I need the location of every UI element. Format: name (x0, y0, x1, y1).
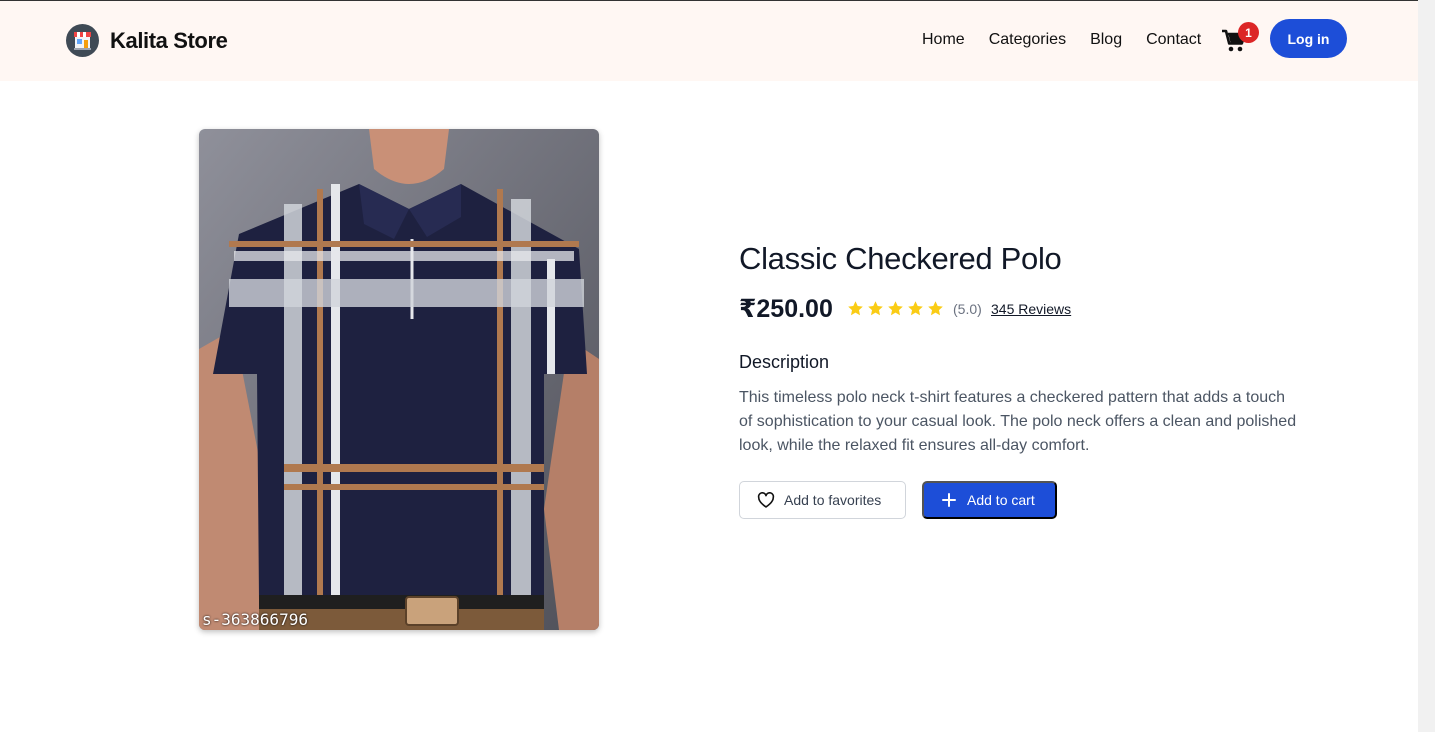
star-icon (848, 301, 863, 316)
reviews-link[interactable]: 345 Reviews (991, 301, 1071, 317)
heart-icon (757, 492, 775, 508)
add-to-favorites-button[interactable]: Add to favorites (739, 481, 906, 519)
product-image: s-363866796 (199, 129, 599, 630)
nav-contact[interactable]: Contact (1146, 31, 1201, 49)
rating-value: (5.0) (953, 301, 982, 317)
image-watermark-id: s-363866796 (202, 610, 308, 629)
nav-home[interactable]: Home (922, 31, 965, 49)
star-icon (868, 301, 883, 316)
product-description: This timeless polo neck t-shirt features… (739, 389, 1297, 454)
rating-stars (847, 300, 944, 317)
star-icon (928, 301, 943, 316)
product-title: Classic Checkered Polo (739, 241, 1062, 276)
plus-icon (942, 493, 956, 507)
nav-blog[interactable]: Blog (1090, 31, 1122, 49)
site-header: Kalita Store Home Categories Blog Contac… (0, 1, 1418, 81)
main-nav: Home Categories Blog Contact (922, 31, 1201, 49)
add-to-cart-button[interactable]: Add to cart (922, 481, 1057, 519)
brand-name: Kalita Store (110, 27, 228, 53)
nav-categories[interactable]: Categories (989, 31, 1066, 49)
cart-count-badge: 1 (1238, 22, 1259, 43)
brand-link[interactable]: Kalita Store (66, 24, 228, 57)
page-scrollbar[interactable] (1418, 0, 1435, 732)
add-to-cart-label: Add to cart (967, 492, 1035, 508)
star-icon (888, 301, 903, 316)
description-heading: Description (739, 352, 830, 372)
star-icon (908, 301, 923, 316)
login-button[interactable]: Log in (1270, 19, 1347, 58)
product-price: ₹250.00 (739, 295, 833, 323)
add-to-favorites-label: Add to favorites (784, 492, 882, 508)
store-icon (66, 24, 99, 57)
